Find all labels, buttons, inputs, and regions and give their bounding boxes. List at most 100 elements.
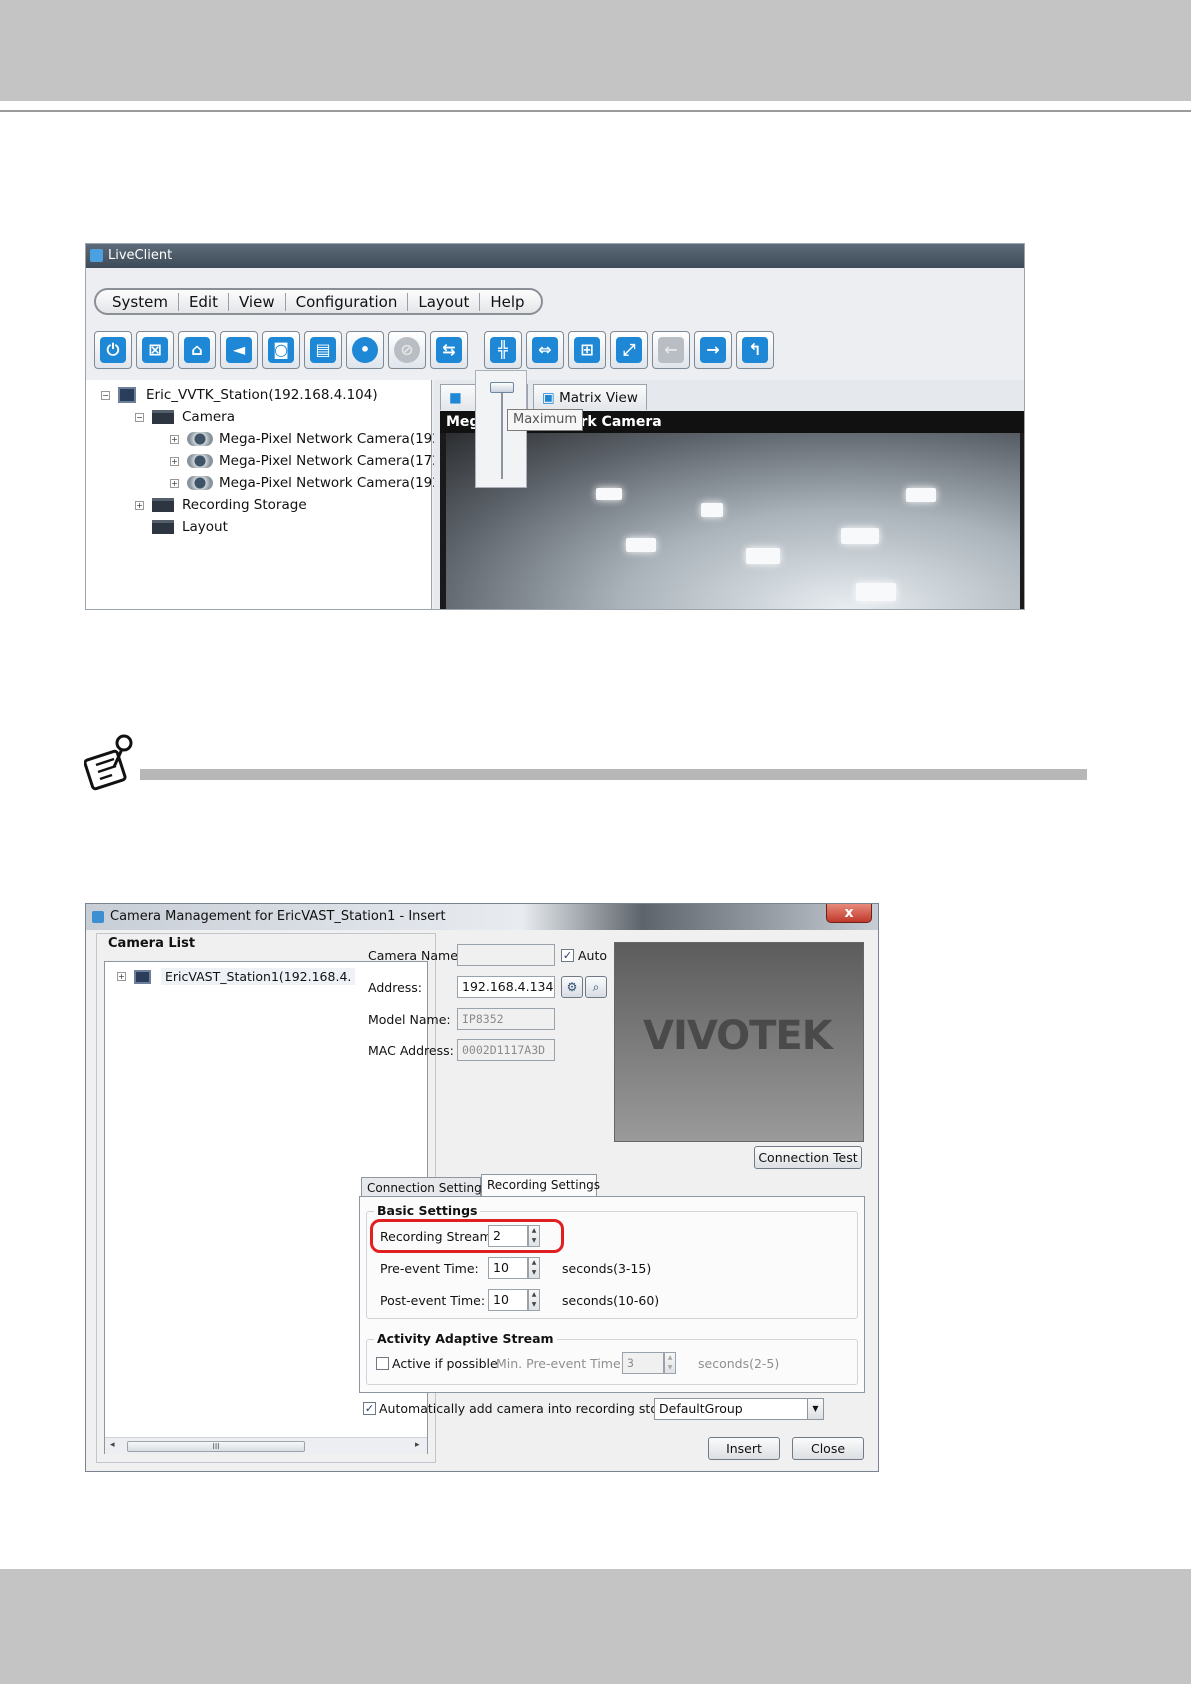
group-select-value: DefaultGroup xyxy=(659,1401,743,1416)
expand-icon[interactable]: + xyxy=(135,500,144,510)
speaker-icon: ◄ xyxy=(226,337,252,363)
snapshot-button[interactable]: ◙ xyxy=(262,331,300,369)
active-if-possible-checkbox[interactable] xyxy=(376,1357,389,1370)
tree-camera-3[interactable]: + Mega-Pixel Network Camera(192. xyxy=(170,475,445,491)
close-window-button[interactable]: x xyxy=(826,904,872,923)
min-pre-event-label: Min. Pre-event Time: xyxy=(496,1356,625,1371)
patrol-icon: ↰ xyxy=(742,337,768,363)
menu-configuration[interactable]: Configuration xyxy=(286,292,409,311)
header-divider xyxy=(0,110,1191,112)
model-name-field: IP8352 xyxy=(457,1008,555,1030)
computer-icon xyxy=(134,969,151,984)
forward-button[interactable]: → xyxy=(694,331,732,369)
pre-event-field[interactable]: 10 xyxy=(488,1257,528,1279)
camera-preview: VIVOTEK xyxy=(614,942,864,1142)
app-icon xyxy=(92,911,104,923)
fullscreen-icon: ⤢ xyxy=(616,337,642,363)
camera-2-label: Mega-Pixel Network Camera(172. xyxy=(219,453,446,469)
min-pre-event-unit: seconds(2-5) xyxy=(698,1356,780,1371)
chevron-down-icon[interactable]: ▼ xyxy=(807,1399,823,1419)
tab-matrix-view[interactable]: ▣ Matrix View xyxy=(533,384,647,410)
scroll-left-icon[interactable]: ◂ xyxy=(110,1440,115,1450)
tree-station[interactable]: − Eric_VVTK_Station(192.168.4.104) xyxy=(101,387,378,403)
post-event-field[interactable]: 10 xyxy=(488,1289,528,1311)
post-event-label: Post-event Time: xyxy=(380,1293,486,1308)
liveclient-titlebar: LiveClient xyxy=(86,244,1024,268)
tree-layout[interactable]: Layout xyxy=(152,519,228,535)
recording-settings-panel: Basic Settings Recording Stream: 2 ▲ ▼ Pr… xyxy=(359,1196,865,1393)
network-settings-button[interactable]: ⚙ xyxy=(561,976,583,998)
print-icon: ▤ xyxy=(310,337,336,363)
camera-list-item[interactable]: + EricVAST_Station1(192.168.4. xyxy=(117,968,356,985)
expand-icon[interactable]: + xyxy=(117,972,126,981)
stop-record-icon: ⊘ xyxy=(394,337,420,363)
tree-camera-folder[interactable]: − Camera xyxy=(135,409,235,425)
tree-recording-storage[interactable]: + Recording Storage xyxy=(135,497,307,513)
stop-record-button[interactable]: ⊘ xyxy=(388,331,426,369)
camera-name-field[interactable] xyxy=(457,944,555,966)
camera-management-dialog: Camera Management for EricVAST_Station1 … xyxy=(85,903,879,1472)
menu-help[interactable]: Help xyxy=(480,293,534,311)
video-panel[interactable]: Meg Network Camera xyxy=(440,411,1024,609)
maximum-tooltip: Maximum xyxy=(507,409,584,431)
print-button[interactable]: ▤ xyxy=(304,331,342,369)
zoom-slider-button[interactable]: ╬ xyxy=(484,331,522,369)
layout-label: Layout xyxy=(182,519,228,535)
app-icon xyxy=(90,249,103,262)
active-if-possible-label: Active if possible xyxy=(392,1356,498,1371)
highlight-box xyxy=(370,1219,564,1253)
layout-grid-button[interactable]: ⊞ xyxy=(568,331,606,369)
unlock-icon: ⌂ xyxy=(184,337,210,363)
matrix-view-label: Matrix View xyxy=(559,390,638,406)
menu-system[interactable]: System xyxy=(102,292,179,311)
search-icon: ⌕ xyxy=(592,980,600,994)
insert-button[interactable]: Insert xyxy=(708,1437,780,1460)
expand-icon[interactable]: + xyxy=(170,478,179,488)
power-button[interactable]: ⏻ xyxy=(94,331,132,369)
slider-thumb[interactable] xyxy=(490,382,514,393)
menu-layout[interactable]: Layout xyxy=(408,292,481,311)
horizontal-scrollbar[interactable]: ◂ III ▸ xyxy=(105,1437,427,1454)
switch-stream-button[interactable]: ⇆ xyxy=(430,331,468,369)
tree-camera-1[interactable]: + Mega-Pixel Network Camera(192. xyxy=(170,431,445,447)
speaker-button[interactable]: ◄ xyxy=(220,331,258,369)
auto-add-label: Automatically add camera into recording … xyxy=(379,1401,687,1416)
patrol-button[interactable]: ↰ xyxy=(736,331,774,369)
collapse-icon[interactable]: − xyxy=(135,412,144,422)
search-button[interactable]: ⌕ xyxy=(585,976,607,998)
camera-1-label: Mega-Pixel Network Camera(192. xyxy=(219,431,446,447)
folder-icon xyxy=(152,498,174,512)
digital-zoom-button[interactable]: ⇔ xyxy=(526,331,564,369)
collapse-icon[interactable]: − xyxy=(101,390,110,400)
video-image xyxy=(446,433,1020,609)
auto-add-checkbox[interactable]: ✓ xyxy=(363,1402,376,1415)
close-button[interactable]: Close xyxy=(792,1437,864,1460)
record-button[interactable]: • xyxy=(346,331,384,369)
matrix-view-icon: ▣ xyxy=(542,390,555,406)
zoom-slider-icon: ╬ xyxy=(490,337,516,363)
connection-test-button[interactable]: Connection Test xyxy=(754,1146,862,1169)
unlock-button[interactable]: ⌂ xyxy=(178,331,216,369)
disconnect-icon: ⊠ xyxy=(142,337,168,363)
pre-event-spinner[interactable]: ▲ ▼ xyxy=(528,1257,540,1279)
address-field[interactable]: 192.168.4.134 xyxy=(457,976,555,998)
back-button[interactable]: ← xyxy=(652,331,690,369)
post-event-spinner[interactable]: ▲ ▼ xyxy=(528,1289,540,1311)
scroll-thumb[interactable]: III xyxy=(127,1441,305,1452)
scroll-right-icon[interactable]: ▸ xyxy=(415,1440,420,1450)
forward-arrow-icon: → xyxy=(700,337,726,363)
camera-3-label: Mega-Pixel Network Camera(192. xyxy=(219,475,446,491)
menu-edit[interactable]: Edit xyxy=(179,292,229,311)
auto-checkbox[interactable]: ✓ xyxy=(561,949,574,962)
digital-zoom-icon: ⇔ xyxy=(532,337,558,363)
menu-view[interactable]: View xyxy=(229,292,286,311)
camera-name-label: Camera Name: xyxy=(368,948,463,963)
group-select[interactable]: DefaultGroup ▼ xyxy=(654,1398,824,1420)
station-item-label: EricVAST_Station1(192.168.4. xyxy=(161,968,356,985)
fullscreen-button[interactable]: ⤢ xyxy=(610,331,648,369)
tree-camera-2[interactable]: + Mega-Pixel Network Camera(172. xyxy=(170,453,445,469)
disconnect-button[interactable]: ⊠ xyxy=(136,331,174,369)
mac-address-label: MAC Address: xyxy=(368,1043,454,1058)
expand-icon[interactable]: + xyxy=(170,434,179,444)
expand-icon[interactable]: + xyxy=(170,456,179,466)
